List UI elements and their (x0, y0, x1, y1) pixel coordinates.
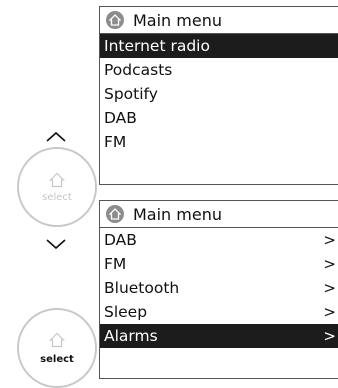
menu-screen-top: Main menu Internet radio Podcasts Spotif… (99, 6, 338, 185)
menu-item-label: Sleep (104, 303, 148, 321)
submenu-arrow: > (323, 255, 336, 273)
submenu-arrow: > (323, 231, 336, 249)
menu-title-bar: Main menu (100, 201, 338, 228)
menu-item-alarms[interactable]: Alarms > (100, 324, 338, 348)
menu-item-dab[interactable]: DAB > (100, 228, 338, 252)
select-label: select (40, 353, 74, 365)
home-icon (49, 332, 65, 347)
submenu-arrow: > (323, 327, 336, 345)
menu-item-label: Bluetooth (104, 279, 180, 297)
home-icon (106, 205, 124, 223)
select-label: select (42, 191, 72, 203)
menu-screen-bottom: Main menu DAB > FM > Bluetooth > Sleep > Ala… (99, 200, 338, 379)
menu-item-fm[interactable]: FM > (100, 252, 338, 276)
submenu-arrow: > (323, 279, 336, 297)
menu-item-spotify[interactable]: Spotify (100, 82, 338, 106)
home-icon (49, 172, 65, 187)
menu-title-bar: Main menu (100, 7, 338, 34)
chevron-down-icon[interactable] (45, 238, 67, 250)
select-knob[interactable]: select (17, 308, 97, 388)
menu-item-label: Alarms (104, 327, 158, 345)
chevron-up-icon[interactable] (45, 131, 67, 143)
submenu-arrow: > (323, 303, 336, 321)
menu-title: Main menu (133, 10, 222, 30)
menu-item-label: FM (104, 255, 127, 273)
menu-item-podcasts[interactable]: Podcasts (100, 58, 338, 82)
menu-item-sleep[interactable]: Sleep > (100, 300, 338, 324)
home-icon (106, 11, 124, 29)
menu-item-label: DAB (104, 109, 137, 127)
menu-item-dab[interactable]: DAB (100, 106, 338, 130)
menu-item-label: Internet radio (104, 37, 210, 55)
menu-title: Main menu (133, 204, 222, 224)
menu-item-label: Podcasts (104, 61, 173, 79)
select-knob[interactable]: select (17, 147, 97, 227)
menu-item-label: Spotify (104, 85, 158, 103)
menu-item-bluetooth[interactable]: Bluetooth > (100, 276, 338, 300)
menu-item-fm[interactable]: FM (100, 130, 338, 154)
menu-item-label: DAB (104, 231, 137, 249)
menu-item-label: FM (104, 133, 127, 151)
menu-item-internet-radio[interactable]: Internet radio (100, 34, 338, 58)
